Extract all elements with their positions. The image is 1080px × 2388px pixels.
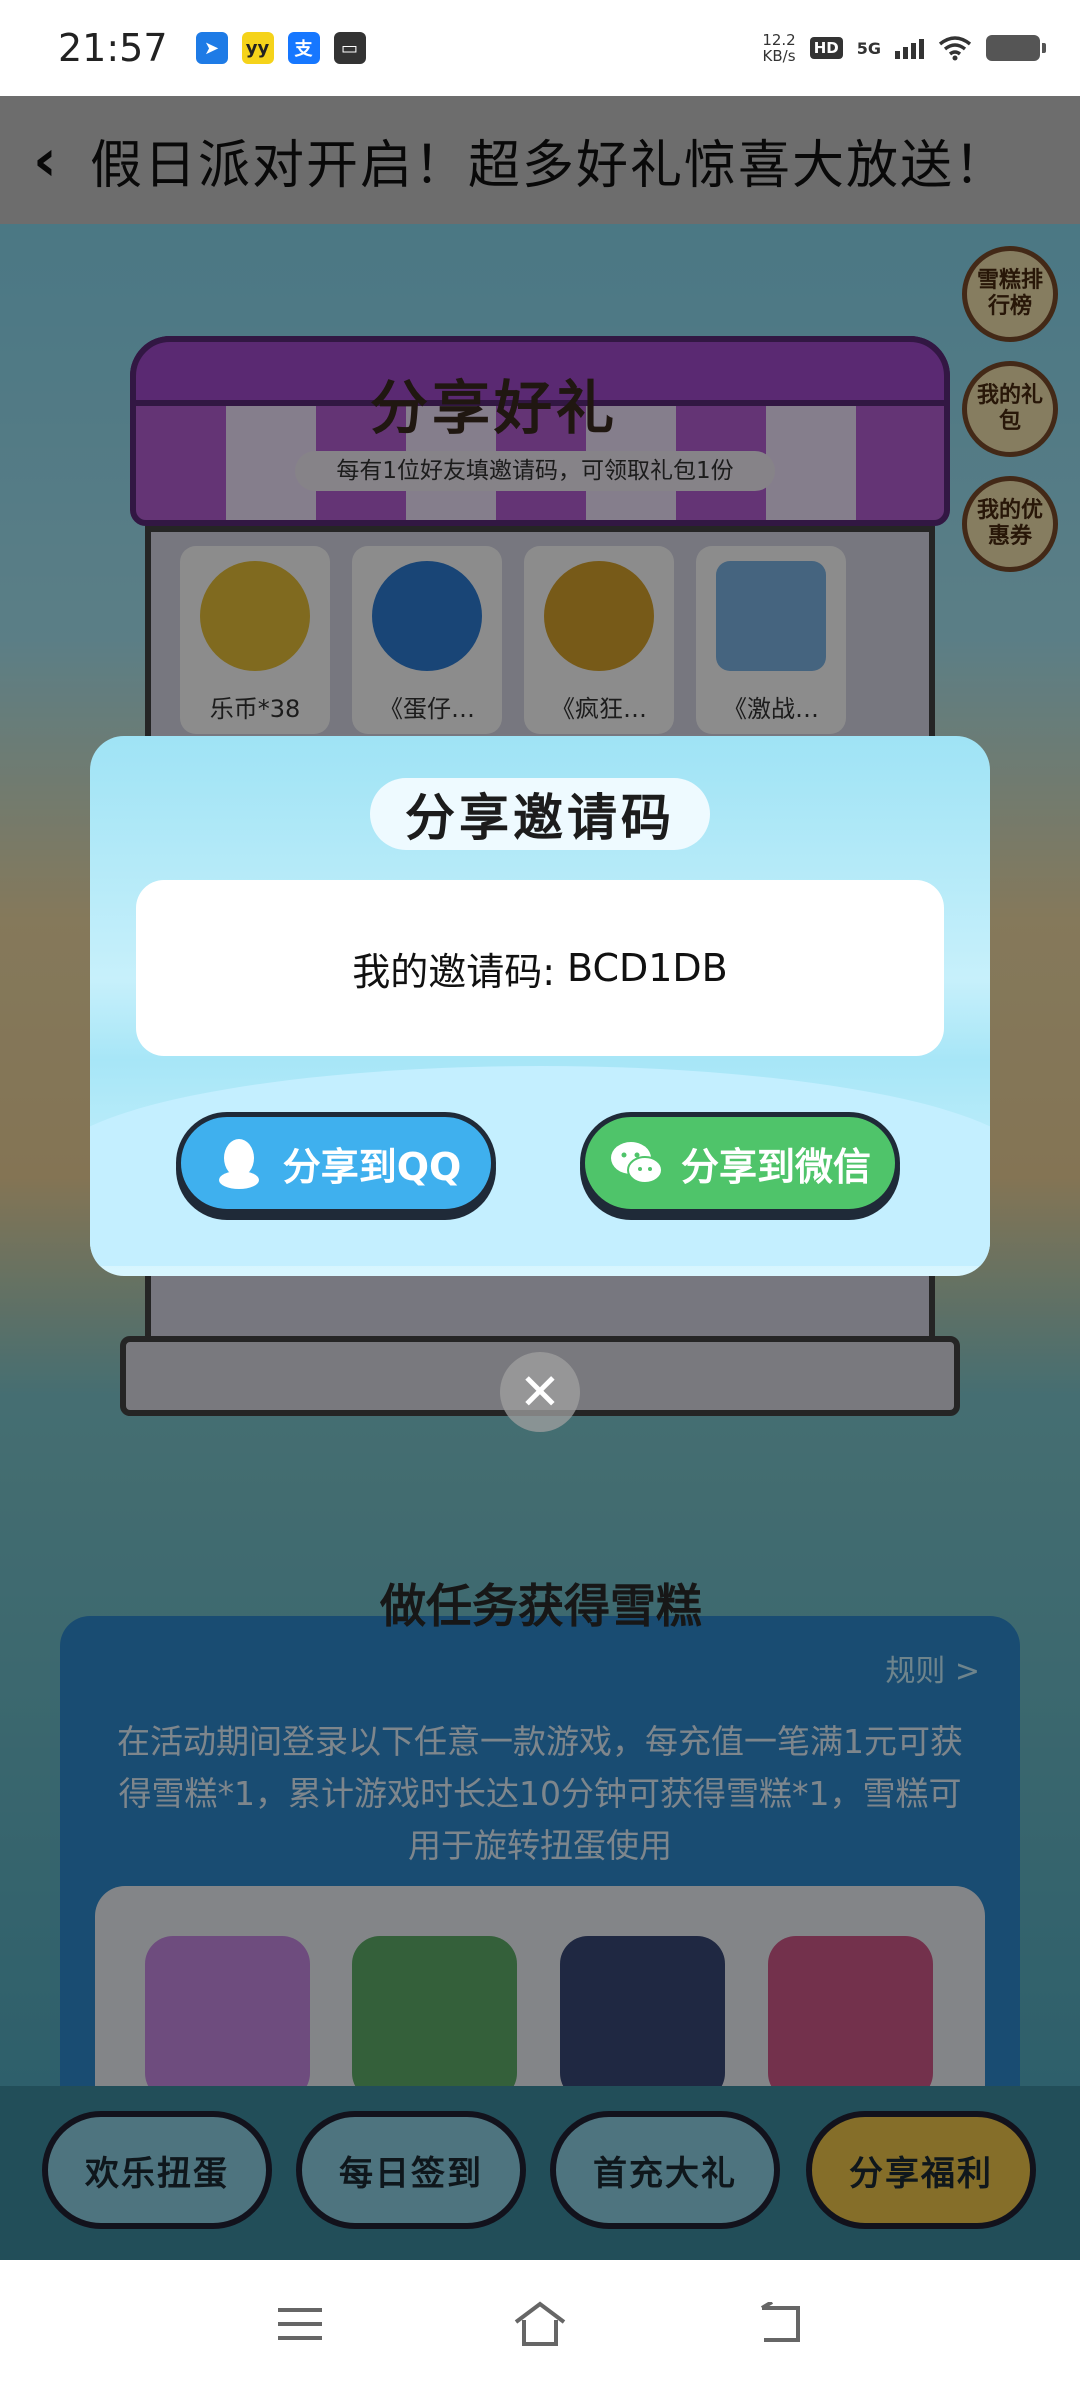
menu-icon bbox=[278, 2308, 322, 2340]
message-app-icon: ▭ bbox=[333, 32, 366, 64]
signal-icon bbox=[895, 37, 924, 59]
modal-title-pill: 分享邀请码 bbox=[370, 778, 710, 850]
network-type: 5G bbox=[856, 38, 881, 58]
battery-icon bbox=[986, 35, 1046, 61]
network-speed-unit: KB/s bbox=[762, 47, 796, 65]
wechat-icon bbox=[609, 1135, 665, 1191]
qq-icon bbox=[211, 1135, 267, 1191]
modal-title: 分享邀请码 bbox=[405, 789, 675, 847]
back-icon bbox=[760, 2302, 800, 2342]
share-invite-modal: 分享邀请码 我的邀请码: BCD1DB 分享到QQ 分享到微信 bbox=[90, 736, 990, 1276]
home-icon bbox=[514, 2301, 566, 2346]
invite-code-label: 我的邀请码: bbox=[352, 949, 556, 994]
invite-code-box: 我的邀请码: BCD1DB bbox=[136, 880, 944, 1056]
hd-badge: HD bbox=[809, 37, 843, 59]
status-bar: 21:57 ➤ yy 支 ▭ 12.2 KB/s HD 5G bbox=[0, 0, 1080, 96]
close-icon: ✕ bbox=[519, 1363, 561, 1421]
alipay-app-icon: 支 bbox=[287, 32, 320, 64]
bluetooth-app-icon: ➤ bbox=[195, 32, 228, 64]
system-nav-bar bbox=[0, 2260, 1080, 2388]
share-wechat-button[interactable]: 分享到微信 bbox=[580, 1112, 900, 1214]
invite-code-value[interactable]: BCD1DB bbox=[567, 946, 728, 990]
share-qq-label: 分享到QQ bbox=[282, 1144, 462, 1189]
share-wechat-label: 分享到微信 bbox=[680, 1144, 871, 1189]
menu-nav-button[interactable] bbox=[260, 2284, 340, 2364]
share-qq-button[interactable]: 分享到QQ bbox=[176, 1112, 496, 1214]
close-modal-button[interactable]: ✕ bbox=[500, 1352, 580, 1432]
yy-app-icon: yy bbox=[241, 32, 274, 64]
status-time: 21:57 bbox=[58, 26, 168, 70]
status-indicators: 12.2 KB/s HD 5G bbox=[762, 32, 1046, 64]
network-speed: 12.2 KB/s bbox=[762, 32, 795, 64]
back-nav-button[interactable] bbox=[740, 2284, 820, 2364]
home-nav-button[interactable] bbox=[500, 2284, 580, 2364]
wifi-icon bbox=[938, 36, 972, 61]
network-speed-value: 12.2 bbox=[762, 31, 796, 49]
